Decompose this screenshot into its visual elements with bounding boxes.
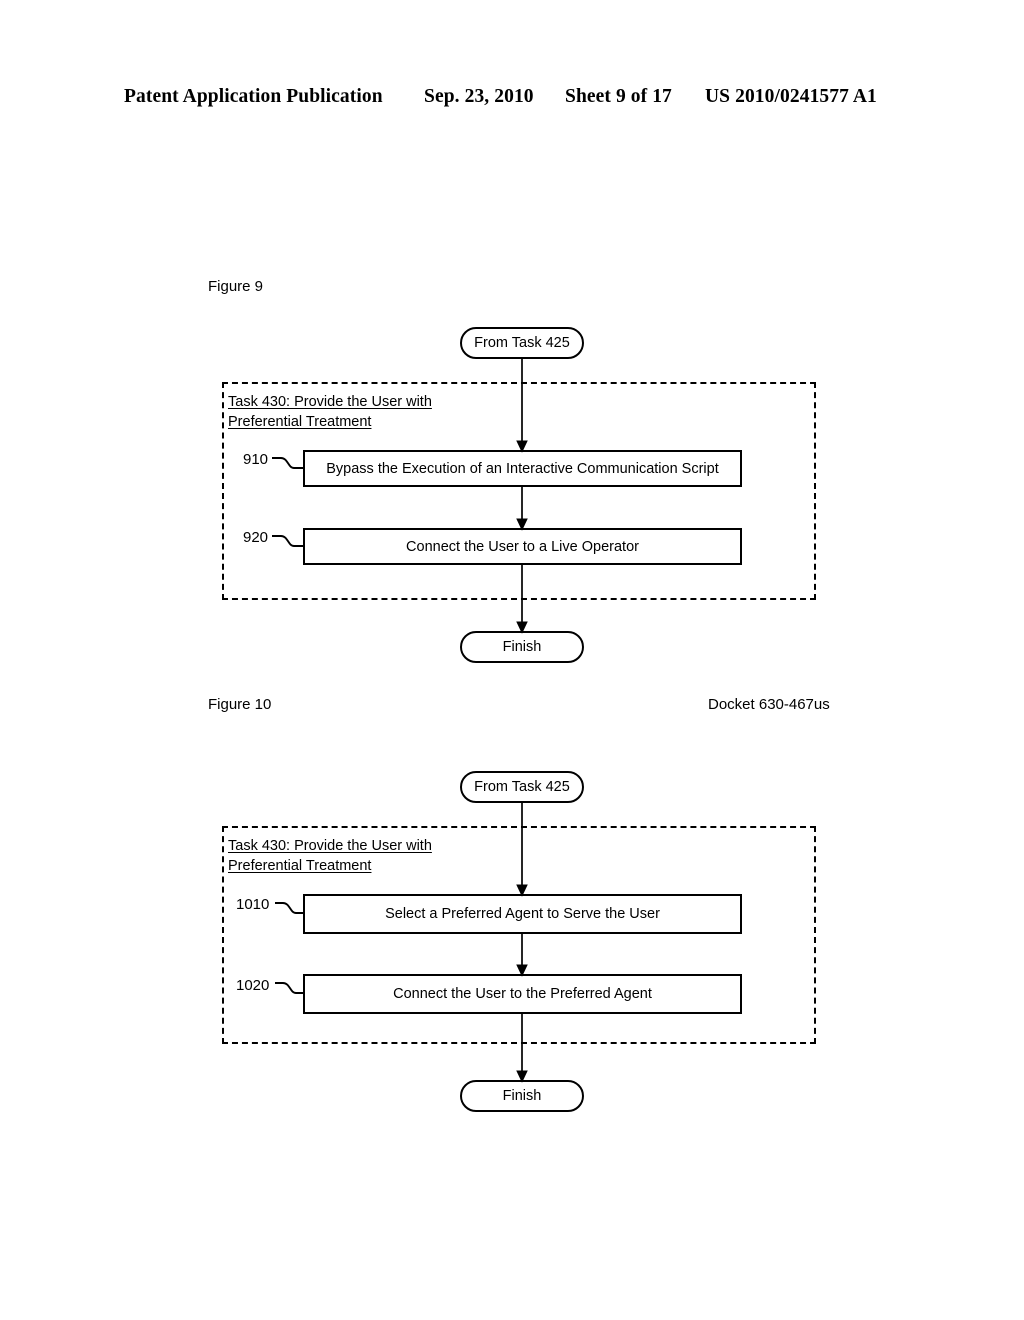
header-sheet-number: Sheet 9 of 17 [565, 86, 672, 107]
patent-header: Patent Application Publication Sep. 23, … [0, 86, 1024, 116]
figure-9-task-group-title: Task 430: Provide the User with Preferen… [228, 392, 432, 432]
figure-10-task-group-title-line1: Task 430: Provide the User with [228, 838, 432, 854]
docket-label: Docket 630-467us [708, 696, 830, 713]
figure-9-task-group-title-line2: Preferential Treatment [228, 414, 372, 430]
figure-10-caption: Figure 10 [208, 696, 272, 713]
figure-10-start-terminal: From Task 425 [460, 771, 584, 803]
figure-10-step-1020-ref: 1020 [236, 977, 270, 994]
figure-9-step-920-box: Connect the User to a Live Operator [303, 528, 742, 565]
header-patent-number: US 2010/0241577 A1 [705, 86, 877, 107]
header-publication-title: Patent Application Publication [124, 86, 383, 107]
figure-9-step-910-ref: 910 [243, 451, 269, 468]
figure-9-start-terminal: From Task 425 [460, 327, 584, 359]
figure-10-step-1010-box: Select a Preferred Agent to Serve the Us… [303, 894, 742, 934]
header-publication-date: Sep. 23, 2010 [424, 86, 534, 107]
figure-9-step-910-box: Bypass the Execution of an Interactive C… [303, 450, 742, 487]
figure-9-task-group-title-line1: Task 430: Provide the User with [228, 394, 432, 410]
figure-9-caption: Figure 9 [208, 278, 264, 295]
figure-10-task-group-title-line2: Preferential Treatment [228, 858, 372, 874]
figure-10-step-1010-ref: 1010 [236, 896, 270, 913]
figure-10-task-group-title: Task 430: Provide the User with Preferen… [228, 836, 432, 876]
figure-9-step-920-ref: 920 [243, 529, 269, 546]
figure-10-step-1020-box: Connect the User to the Preferred Agent [303, 974, 742, 1014]
figure-10-finish-terminal: Finish [460, 1080, 584, 1112]
figure-9-finish-terminal: Finish [460, 631, 584, 663]
